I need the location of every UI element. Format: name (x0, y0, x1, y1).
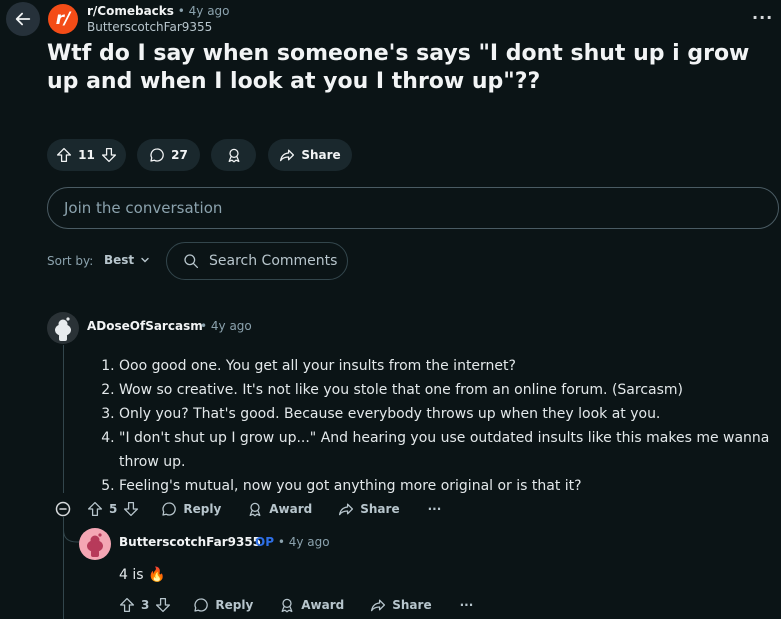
subreddit-line: r/Comebacks • 4y ago (87, 3, 230, 19)
comment-vote-count: 3 (141, 598, 150, 612)
share-icon (339, 503, 354, 516)
sort-label: Sort by: (47, 254, 94, 268)
award-icon (228, 148, 239, 163)
share-icon (371, 599, 386, 612)
comment-time: • 4y ago (277, 535, 330, 549)
search-comments-input[interactable]: Search Comments (166, 242, 348, 280)
op-badge: OP (255, 535, 274, 549)
award-label: Award (301, 598, 345, 612)
list-item: "I don't shut up I grow up..." And heari… (119, 426, 777, 474)
comment-author[interactable]: ADoseOfSarcasm (87, 319, 203, 333)
list-item: Ooo good one. You get all your insults f… (119, 354, 777, 378)
upvote-icon[interactable] (119, 597, 135, 613)
downvote-icon[interactable] (101, 147, 117, 163)
vote-pill: 11 (47, 139, 126, 171)
reply-label: Reply (215, 598, 254, 612)
comment-body-list: Ooo good one. You get all your insults f… (87, 354, 777, 498)
back-button[interactable] (6, 2, 40, 36)
sort-value: Best (104, 253, 135, 267)
reply-button[interactable]: Reply (161, 501, 221, 517)
reply-label: Reply (183, 502, 222, 516)
share-icon (280, 149, 295, 162)
comment-body: 4 is 🔥 (119, 567, 166, 583)
avatar[interactable] (47, 312, 79, 344)
post-time: 4y ago (188, 4, 230, 18)
post-author[interactable]: ButterscotchFar9355 (87, 19, 212, 35)
comment-icon (162, 502, 177, 516)
subreddit-icon[interactable]: r/ (48, 4, 78, 34)
share-label: Share (360, 502, 400, 516)
share-label: Share (392, 598, 432, 612)
comment-meta: OP • 4y ago (255, 535, 330, 549)
list-item: Feeling's mutual, now you got anything m… (119, 474, 777, 498)
thread-line[interactable] (63, 345, 64, 493)
share-button[interactable]: Share (338, 501, 400, 517)
award-button[interactable] (211, 139, 256, 171)
award-button[interactable]: Award (247, 501, 312, 517)
snoo-avatar-icon (55, 317, 71, 341)
comment-icon (150, 148, 164, 162)
search-icon (184, 254, 199, 269)
comment-icon (194, 598, 209, 612)
chevron-down-icon (141, 257, 149, 263)
reply-button[interactable]: Reply (193, 597, 253, 613)
comment-vote-group: 5 (87, 501, 139, 517)
join-conversation-input[interactable]: Join the conversation (47, 187, 779, 229)
upvote-icon[interactable] (87, 501, 103, 517)
comment-vote-count: 5 (109, 502, 118, 516)
comment-author[interactable]: ButterscotchFar9355 (119, 535, 261, 549)
join-placeholder: Join the conversation (64, 199, 223, 217)
award-button[interactable]: Award (279, 597, 344, 613)
award-icon (249, 502, 261, 517)
share-button[interactable]: Share (268, 139, 352, 171)
upvote-icon[interactable] (56, 147, 72, 163)
comment-actions: 3 Reply Award Share ··· (119, 597, 473, 613)
list-item: Wow so creative. It's not like you stole… (119, 378, 777, 402)
avatar[interactable] (79, 528, 111, 560)
list-item: Only you? That's good. Because everybody… (119, 402, 777, 426)
award-icon (281, 598, 293, 613)
subreddit-name[interactable]: r/Comebacks (87, 4, 174, 18)
comment-actions: 5 Reply Award Share ··· (87, 501, 441, 517)
snoo-avatar-icon (87, 533, 103, 557)
arrow-left-icon (15, 12, 31, 26)
vote-count: 11 (78, 148, 95, 162)
comment-count: 27 (171, 148, 188, 162)
comment-time: • 4y ago (200, 319, 252, 333)
more-options-button[interactable]: ··· (752, 8, 773, 27)
collapse-thread-button[interactable] (55, 501, 71, 517)
more-options-button[interactable]: ··· (428, 502, 442, 516)
time-separator: • (177, 4, 185, 18)
downvote-icon[interactable] (155, 597, 171, 613)
downvote-icon[interactable] (123, 501, 139, 517)
post-title: Wtf do I say when someone's says "I dont… (47, 41, 750, 94)
minus-circle-icon (55, 501, 71, 517)
share-button[interactable]: Share (370, 597, 432, 613)
share-label: Share (301, 148, 341, 162)
more-options-button[interactable]: ··· (460, 598, 474, 612)
sort-dropdown[interactable]: Best (104, 253, 150, 267)
comment-vote-group: 3 (119, 597, 171, 613)
award-label: Award (269, 502, 313, 516)
search-placeholder: Search Comments (209, 253, 338, 269)
comments-button[interactable]: 27 (137, 139, 200, 171)
